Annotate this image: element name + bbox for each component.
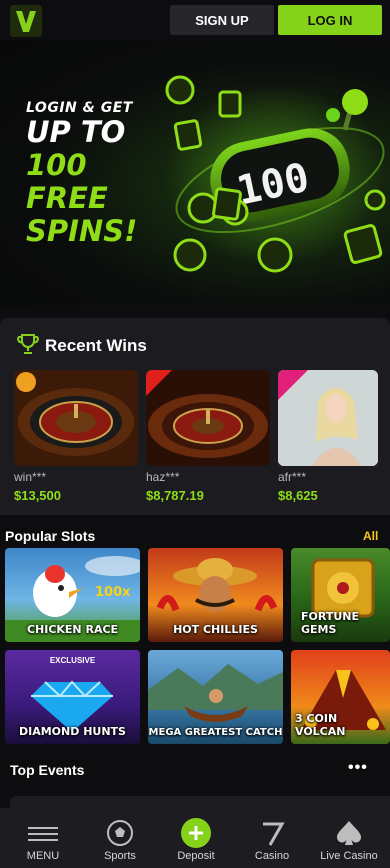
win-amount: $8,625	[278, 488, 318, 503]
slot-title: 3 COIN VOLCAN	[295, 712, 346, 738]
promo-line-2: UP TO	[26, 115, 126, 149]
live-dealer-thumbnail	[278, 370, 378, 466]
recent-wins-title: Recent Wins	[45, 336, 147, 355]
spade-icon	[336, 821, 362, 845]
nav-label: Sports	[104, 850, 136, 862]
more-options-icon[interactable]: •••	[348, 759, 368, 777]
slot-title: MEGA GREATEST CATCH	[148, 727, 283, 738]
winner-username: haz***	[146, 470, 180, 484]
svg-text:100x: 100x	[95, 585, 131, 600]
slot-tile[interactable]: 100x CHICKEN RACE	[5, 548, 140, 642]
popular-slots-all-link[interactable]: All	[363, 529, 378, 543]
winner-username: afr***	[278, 470, 307, 484]
slot-tile[interactable]: EXCLUSIVE DIAMOND HUNTS	[5, 650, 140, 744]
slot-tile[interactable]: FORTUNE GEMS	[291, 548, 390, 642]
slot-tile[interactable]: MEGA GREATEST CATCH	[148, 650, 283, 744]
promo-line-5: SPINS!	[26, 214, 138, 248]
promo-line-4: FREE	[26, 181, 108, 215]
slot-title: CHICKEN RACE	[26, 623, 119, 636]
trophy-icon	[17, 334, 39, 354]
promo-banner[interactable]: LOGIN & GET UP TO 100 FREE SPINS! 100	[0, 40, 390, 305]
nav-label: Live Casino	[320, 850, 378, 862]
page: SIGN UP LOG IN LOGIN & GET UP TO 100 FRE…	[0, 0, 390, 868]
nav-sports[interactable]: Sports	[81, 808, 159, 868]
slot-tile[interactable]: 3 COIN VOLCAN	[291, 650, 390, 744]
nav-live-casino[interactable]: Live Casino	[310, 808, 388, 868]
top-events-title: Top Events	[10, 762, 85, 778]
seven-icon	[263, 822, 285, 846]
nav-menu[interactable]: MENU	[4, 808, 82, 868]
promo-line-1: LOGIN & GET	[26, 100, 133, 116]
nav-label: Deposit	[177, 850, 215, 862]
brand-logo[interactable]	[10, 5, 42, 37]
logo-v-icon	[16, 11, 36, 32]
slot-title: DIAMOND HUNTS	[19, 725, 126, 738]
recent-wins-section: Recent Wins win*** $13,500 haz*** $8,787…	[0, 318, 390, 515]
promo-line-3: 100	[26, 148, 87, 182]
nav-deposit[interactable]: Deposit	[157, 808, 235, 868]
win-amount: $8,787.19	[146, 488, 204, 503]
exclusive-badge: EXCLUSIVE	[49, 656, 96, 665]
nav-label: MENU	[26, 850, 60, 862]
roulette-thumbnail	[14, 370, 138, 466]
popular-slots-title: Popular Slots	[5, 528, 96, 544]
win-amount: $13,500	[14, 488, 61, 503]
plus-circle-icon	[181, 818, 211, 848]
promo-headline: LOGIN & GET UP TO 100 FREE SPINS!	[26, 100, 137, 248]
slot-tile[interactable]: HOT CHILLIES	[148, 548, 283, 642]
signup-button[interactable]: SIGN UP	[170, 5, 274, 35]
bottom-navigation: MENU Sports Deposit Casino Live Casino	[0, 808, 390, 868]
recent-win-card[interactable]: haz*** $8,787.19	[146, 370, 270, 503]
slot-reel-illustration: 100	[165, 75, 386, 273]
login-button[interactable]: LOG IN	[278, 5, 382, 35]
top-bar: SIGN UP LOG IN	[0, 0, 390, 40]
slot-title: HOT CHILLIES	[173, 623, 258, 636]
soccer-ball-icon	[107, 820, 133, 846]
nav-label: Casino	[254, 850, 290, 862]
top-events-list	[10, 796, 390, 808]
recent-win-card[interactable]: afr*** $8,625	[278, 370, 378, 503]
slot-title: FORTUNE GEMS	[301, 610, 359, 636]
recent-win-card[interactable]: win*** $13,500	[14, 370, 138, 503]
nav-casino[interactable]: Casino	[233, 808, 311, 868]
roulette-thumbnail	[146, 370, 270, 466]
hamburger-icon	[28, 827, 58, 841]
winner-username: win***	[14, 470, 47, 484]
